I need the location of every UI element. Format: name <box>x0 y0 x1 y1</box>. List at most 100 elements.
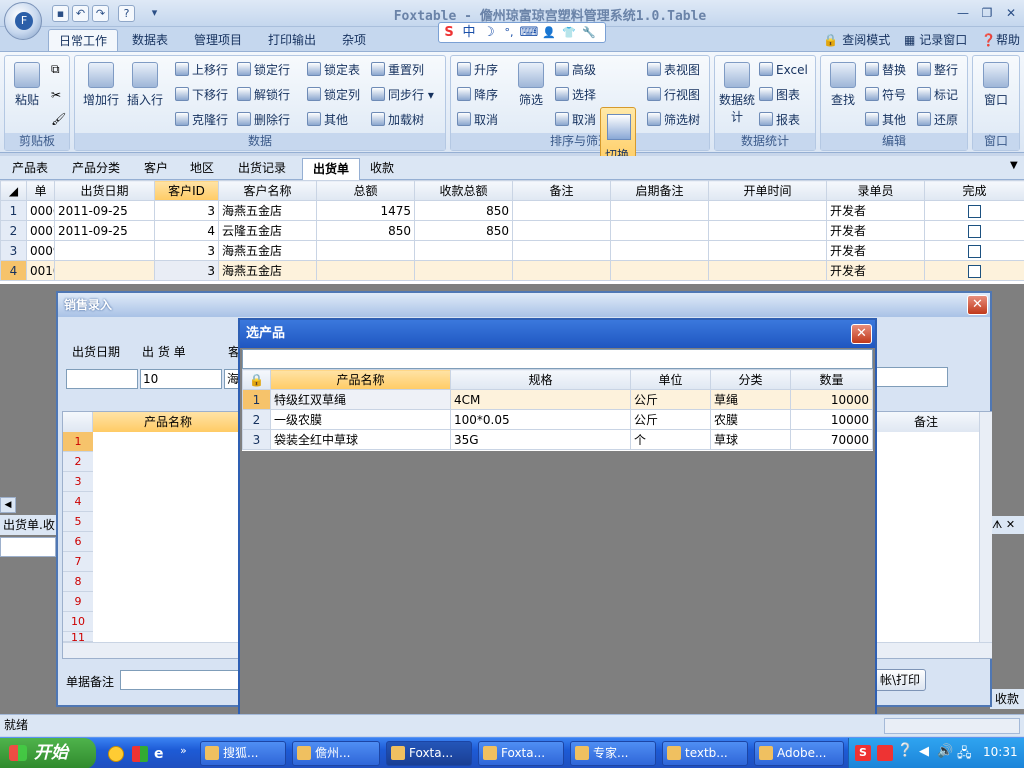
cell-order[interactable]: 0010 <box>26 260 55 281</box>
tabs-dropdown-icon[interactable]: ▼ <box>1010 160 1018 171</box>
detail-row-number[interactable]: 7 <box>63 552 93 572</box>
symbol-button[interactable]: 符号 <box>865 84 906 106</box>
cell-order[interactable]: 0007 <box>26 220 55 241</box>
product-row[interactable]: 1 特级红双草绳 4CM 公斤 草绳 10000 <box>242 389 873 410</box>
cell-done[interactable] <box>924 240 1024 261</box>
table-view-button[interactable]: 表视图 <box>647 59 700 81</box>
close-window-icon[interactable]: ✕ <box>1000 4 1022 22</box>
done-checkbox[interactable] <box>968 204 981 218</box>
copy-icon[interactable]: ⧉ <box>51 62 60 77</box>
sort-cancel-button[interactable]: 取消 <box>457 109 498 131</box>
detail-corner[interactable] <box>63 412 93 432</box>
format-row-button[interactable]: 整行 <box>917 59 958 81</box>
cell-open-time[interactable] <box>708 200 827 221</box>
paste-button[interactable]: 粘贴 <box>7 60 47 108</box>
product-cell-category[interactable]: 草绳 <box>710 389 791 410</box>
tab-product-categories[interactable]: 产品分类 <box>62 158 130 180</box>
view-mode-link[interactable]: 🔒 查阅模式 <box>823 33 890 47</box>
format-painter-icon[interactable]: 🖌 <box>51 112 66 126</box>
tab-products[interactable]: 产品表 <box>2 158 58 180</box>
product-cell-name[interactable]: 特级红双草绳 <box>270 389 451 410</box>
col-header-ship-date[interactable]: 出货日期 <box>54 180 155 201</box>
ime-chinese-mode[interactable]: 中 <box>459 23 479 42</box>
cell-note[interactable] <box>512 260 611 281</box>
cell-total[interactable] <box>316 260 415 281</box>
tab-customers[interactable]: 客户 <box>134 158 178 180</box>
cell-open-time[interactable] <box>708 240 827 261</box>
filter-button[interactable]: 筛选 <box>511 60 551 108</box>
tab-daily-work[interactable]: 日常工作 <box>48 29 119 52</box>
app-orb-button[interactable]: F <box>4 2 42 40</box>
lock-row-button[interactable]: 锁定行 <box>237 59 290 81</box>
cell-paid[interactable]: 850 <box>414 200 513 221</box>
quick-access-dropdown-icon[interactable]: ▾ <box>146 5 163 22</box>
table-row[interactable]: 200072011-09-254云隆五金店850850开发者 <box>0 220 1024 241</box>
sort-ascending-button[interactable]: 升序 <box>457 59 498 81</box>
product-col-name[interactable]: 产品名称 <box>270 369 451 390</box>
product-row[interactable]: 2 一级农膜 100*0.05 公斤 农膜 10000 <box>242 409 873 430</box>
clone-row-button[interactable]: 克隆行 <box>175 109 228 131</box>
undo-icon[interactable]: ↶ <box>72 5 89 22</box>
tab-print-output[interactable]: 打印输出 <box>258 29 326 52</box>
product-cell-spec[interactable]: 4CM <box>450 389 631 410</box>
task-expert[interactable]: 专家... <box>570 741 656 766</box>
advanced-filter-button[interactable]: 高级 <box>555 59 596 81</box>
detail-row-number[interactable]: 8 <box>63 572 93 592</box>
sales-dialog-close-button[interactable]: ✕ <box>967 295 988 315</box>
restore-icon[interactable]: ❐ <box>976 4 998 22</box>
quicklaunch-windows-icon[interactable] <box>132 746 148 762</box>
done-checkbox[interactable] <box>968 224 981 238</box>
cell-total[interactable]: 1475 <box>316 200 415 221</box>
cell-open-time[interactable] <box>708 220 827 241</box>
cell-note[interactable] <box>512 200 611 221</box>
cell-customer-id[interactable]: 4 <box>154 220 219 241</box>
col-header-order[interactable]: 单 <box>26 180 55 201</box>
detail-row-number[interactable]: 10 <box>63 612 93 632</box>
table-row[interactable]: 40010 3海燕五金店 开发者 <box>0 260 1024 281</box>
data-stats-button[interactable]: 数据统计 <box>717 60 757 125</box>
select-filter-button[interactable]: 选择 <box>555 84 596 106</box>
cell-paid[interactable] <box>414 240 513 261</box>
cell-ship-date[interactable]: 2011-09-25 <box>54 220 155 241</box>
product-cell-spec[interactable]: 100*0.05 <box>450 409 631 430</box>
chart-button[interactable]: 图表 <box>759 84 800 106</box>
window-button[interactable]: 窗口 <box>976 60 1016 108</box>
col-header-clerk[interactable]: 录单员 <box>826 180 925 201</box>
tray-volume-icon[interactable]: 🔊 <box>937 744 953 759</box>
sogou-icon[interactable]: S <box>439 23 459 42</box>
cell-done[interactable] <box>924 260 1024 281</box>
insert-row-button[interactable]: 插入行 <box>125 60 165 108</box>
col-header-paid-total[interactable]: 收款总额 <box>414 180 513 201</box>
reset-column-button[interactable]: 重置列 <box>371 59 424 81</box>
col-header-note[interactable]: 备注 <box>512 180 611 201</box>
cell-ship-date[interactable] <box>54 260 155 281</box>
cell-ship-date[interactable]: 2011-09-25 <box>54 200 155 221</box>
ship-date-input[interactable] <box>66 369 138 389</box>
unlock-row-button[interactable]: 解锁行 <box>237 84 290 106</box>
product-cell-name[interactable]: 袋装全红中草球 <box>270 429 451 450</box>
product-col-qty[interactable]: 数量 <box>790 369 873 390</box>
cut-icon[interactable]: ✂ <box>51 88 61 102</box>
cell-customer-name[interactable]: 海燕五金店 <box>218 260 317 281</box>
cell-customer-name[interactable]: 云隆五金店 <box>218 220 317 241</box>
product-row[interactable]: 3 袋装全红中草球 35G 个草球 70000 <box>242 429 873 450</box>
product-col-spec[interactable]: 规格 <box>450 369 631 390</box>
product-cell-spec[interactable]: 35G <box>450 429 631 450</box>
product-col-unit[interactable]: 单位 <box>630 369 711 390</box>
product-cell-category[interactable]: 草球 <box>710 429 791 450</box>
ime-skin-icon[interactable]: 👕 <box>559 23 579 42</box>
replace-button[interactable]: 替换 <box>865 59 906 81</box>
detail-row-number[interactable]: 2 <box>63 452 93 472</box>
filter-tree-button[interactable]: 筛选树 <box>647 109 700 131</box>
cell-order[interactable]: 0006 <box>26 200 55 221</box>
cell-total[interactable] <box>316 240 415 261</box>
print-button[interactable]: 帐\打印 <box>874 669 926 691</box>
tab-manage-project[interactable]: 管理项目 <box>184 29 252 52</box>
ime-user-icon[interactable]: 👤 <box>539 23 559 42</box>
report-button[interactable]: 报表 <box>759 109 800 131</box>
product-row-number[interactable]: 1 <box>242 389 271 410</box>
minimize-icon[interactable]: — <box>952 4 974 22</box>
sort-descending-button[interactable]: 降序 <box>457 84 498 106</box>
product-row-number[interactable]: 2 <box>242 409 271 430</box>
tray-help-icon[interactable]: ❔ <box>897 743 913 758</box>
